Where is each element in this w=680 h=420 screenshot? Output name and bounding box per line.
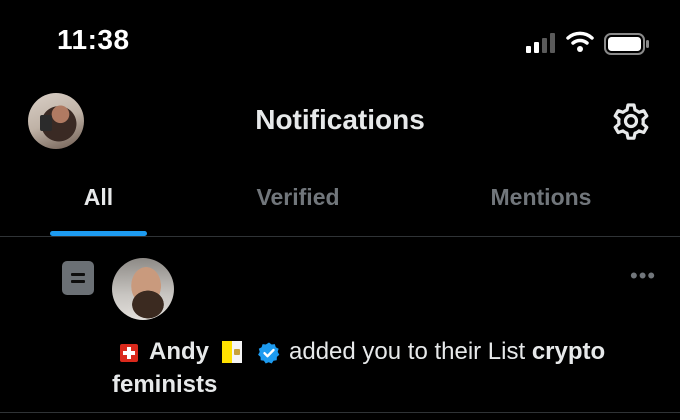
notification-text: added you to their List crypto [289, 338, 605, 366]
status-time: 11:38 [57, 24, 130, 55]
list-icon [62, 261, 94, 295]
tab-all[interactable]: All [50, 184, 147, 211]
list-name-part1[interactable]: crypto [532, 338, 605, 365]
list-name-part2[interactable]: feminists [112, 371, 217, 399]
gear-icon[interactable] [611, 101, 651, 141]
more-options-icon[interactable]: ••• [630, 263, 656, 289]
tab-mentions[interactable]: Mentions [470, 184, 612, 211]
divider [0, 236, 680, 237]
battery-icon [604, 33, 649, 55]
verified-badge-icon [258, 342, 280, 364]
vatican-flag-icon [222, 341, 242, 363]
tab-verified[interactable]: Verified [236, 184, 360, 211]
avatar[interactable] [112, 258, 174, 320]
user-name[interactable]: Andy [149, 338, 209, 366]
divider [0, 412, 680, 413]
swiss-flag-icon [120, 344, 138, 362]
action-text: added you to their List [289, 338, 526, 365]
wifi-icon [566, 31, 594, 52]
cellular-signal-icon [526, 33, 555, 53]
page-title: Notifications [255, 104, 425, 135]
